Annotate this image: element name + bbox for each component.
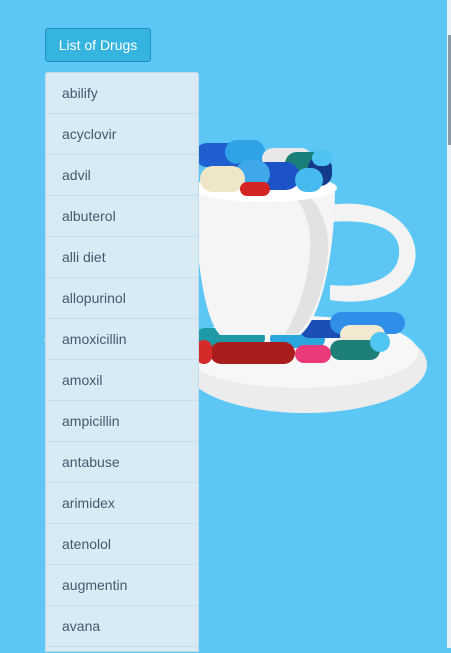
- menu-item-abilify[interactable]: abilify: [46, 73, 198, 114]
- menu-item-albuterol[interactable]: albuterol: [46, 196, 198, 237]
- menu-item-augmentin[interactable]: augmentin: [46, 565, 198, 606]
- menu-item-arimidex[interactable]: arimidex: [46, 483, 198, 524]
- menu-item-advil[interactable]: advil: [46, 155, 198, 196]
- menu-item-atenolol[interactable]: atenolol: [46, 524, 198, 565]
- menu-item-allopurinol[interactable]: allopurinol: [46, 278, 198, 319]
- menu-item-alli-diet[interactable]: alli diet: [46, 237, 198, 278]
- menu-item-amoxicillin[interactable]: amoxicillin: [46, 319, 198, 360]
- menu-item-antabuse[interactable]: antabuse: [46, 442, 198, 483]
- page-right-edge: [447, 0, 451, 648]
- menu-item-acyclovir[interactable]: acyclovir: [46, 114, 198, 155]
- menu-item-amoxil[interactable]: amoxil: [46, 360, 198, 401]
- list-of-drugs-dropdown-button[interactable]: List of Drugs: [45, 28, 151, 62]
- menu-item-ampicillin[interactable]: ampicillin: [46, 401, 198, 442]
- drug-dropdown-menu: abilify acyclovir advil albuterol alli d…: [45, 72, 199, 652]
- menu-item-avana[interactable]: avana: [46, 606, 198, 647]
